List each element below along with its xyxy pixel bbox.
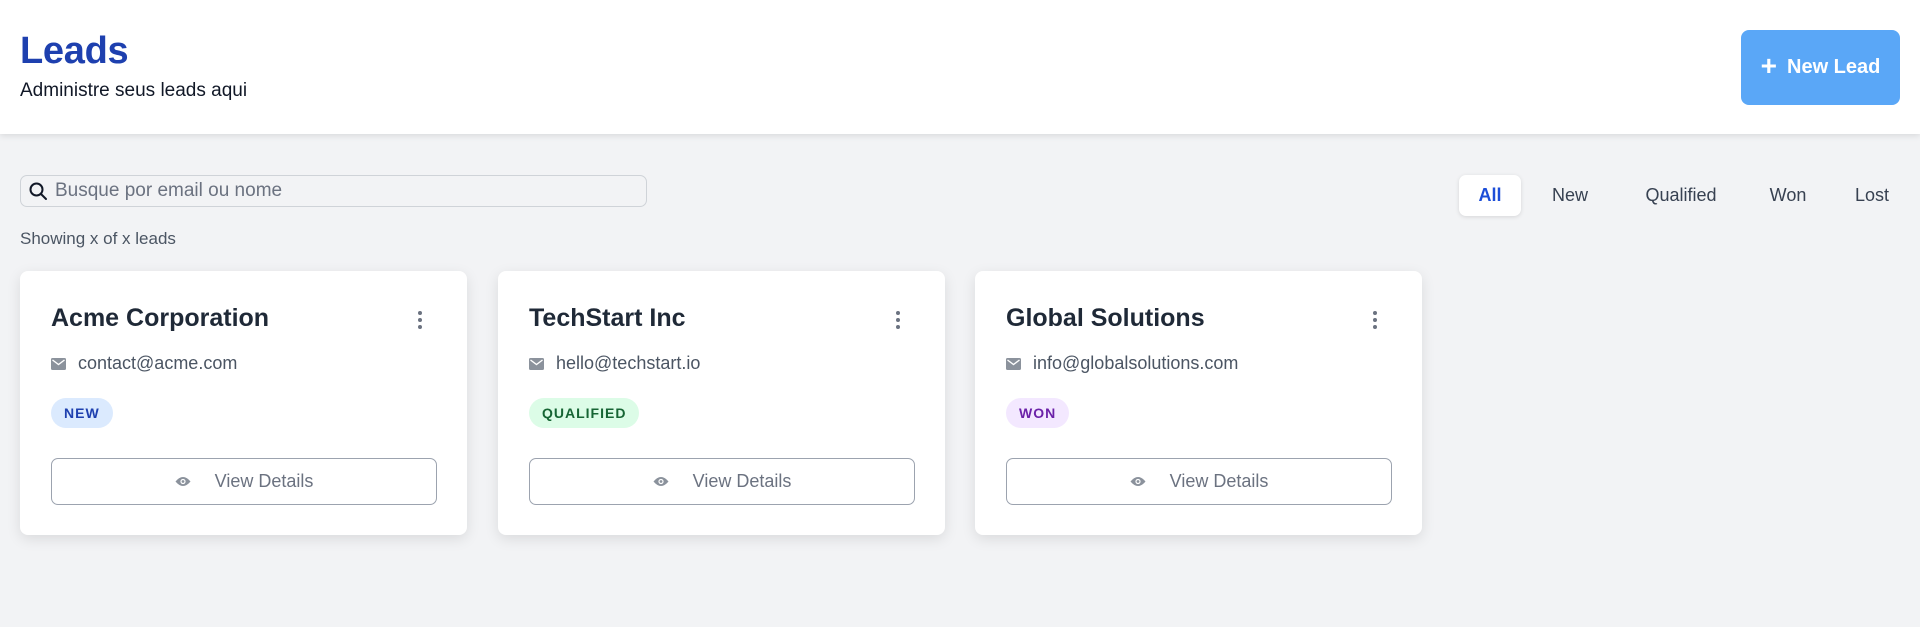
plus-icon: + [1760, 50, 1777, 81]
mail-icon [51, 357, 66, 370]
search-input[interactable] [51, 176, 646, 206]
view-details-label: View Details [692, 471, 792, 491]
lead-card: Acme Corporation contact@acme.com NEW Vi… [20, 271, 467, 535]
view-details-button[interactable]: View Details [1006, 458, 1392, 505]
lead-email: info@globalsolutions.com [1033, 353, 1239, 373]
more-options-icon[interactable] [891, 307, 905, 333]
view-details-button[interactable]: View Details [529, 458, 915, 505]
lead-name: TechStart Inc [529, 304, 686, 332]
lead-email-row: info@globalsolutions.com [1006, 353, 1238, 374]
results-count: Showing x of x leads [20, 229, 176, 248]
lead-name: Global Solutions [1006, 304, 1205, 332]
lead-email-row: contact@acme.com [51, 353, 237, 374]
page-header: Leads Administre seus leads aqui + New L… [0, 0, 1920, 134]
view-details-label: View Details [1169, 471, 1269, 491]
lead-name: Acme Corporation [51, 304, 270, 332]
lead-card: Global Solutions info@globalsolutions.co… [975, 271, 1422, 535]
mail-icon [529, 357, 544, 370]
search-icon [25, 178, 51, 204]
filter-tab-won[interactable]: Won [1756, 175, 1820, 216]
eye-icon [175, 477, 191, 486]
view-details-label: View Details [214, 471, 314, 491]
lead-email: hello@techstart.io [556, 353, 701, 373]
filter-tab-all[interactable]: All [1459, 175, 1521, 216]
lead-email-row: hello@techstart.io [529, 353, 700, 374]
more-options-icon[interactable] [413, 307, 427, 333]
new-lead-label: New Lead [1787, 56, 1881, 78]
status-badge: QUALIFIED [529, 398, 640, 428]
eye-icon [1130, 477, 1146, 486]
new-lead-button[interactable]: + New Lead [1741, 30, 1900, 105]
filter-tab-lost[interactable]: Lost [1837, 175, 1907, 216]
search-box [20, 175, 647, 207]
status-badge: WON [1006, 398, 1070, 428]
eye-icon [653, 477, 669, 486]
lead-card: TechStart Inc hello@techstart.io QUALIFI… [498, 271, 945, 535]
page-title: Leads [20, 30, 129, 72]
lead-email: contact@acme.com [78, 353, 238, 373]
more-options-icon[interactable] [1368, 307, 1382, 333]
status-badge: NEW [51, 398, 113, 428]
page-subtitle: Administre seus leads aqui [20, 80, 248, 101]
mail-icon [1006, 357, 1021, 370]
filter-tab-qualified[interactable]: Qualified [1626, 175, 1736, 216]
filter-tab-new[interactable]: New [1539, 175, 1601, 216]
view-details-button[interactable]: View Details [51, 458, 437, 505]
